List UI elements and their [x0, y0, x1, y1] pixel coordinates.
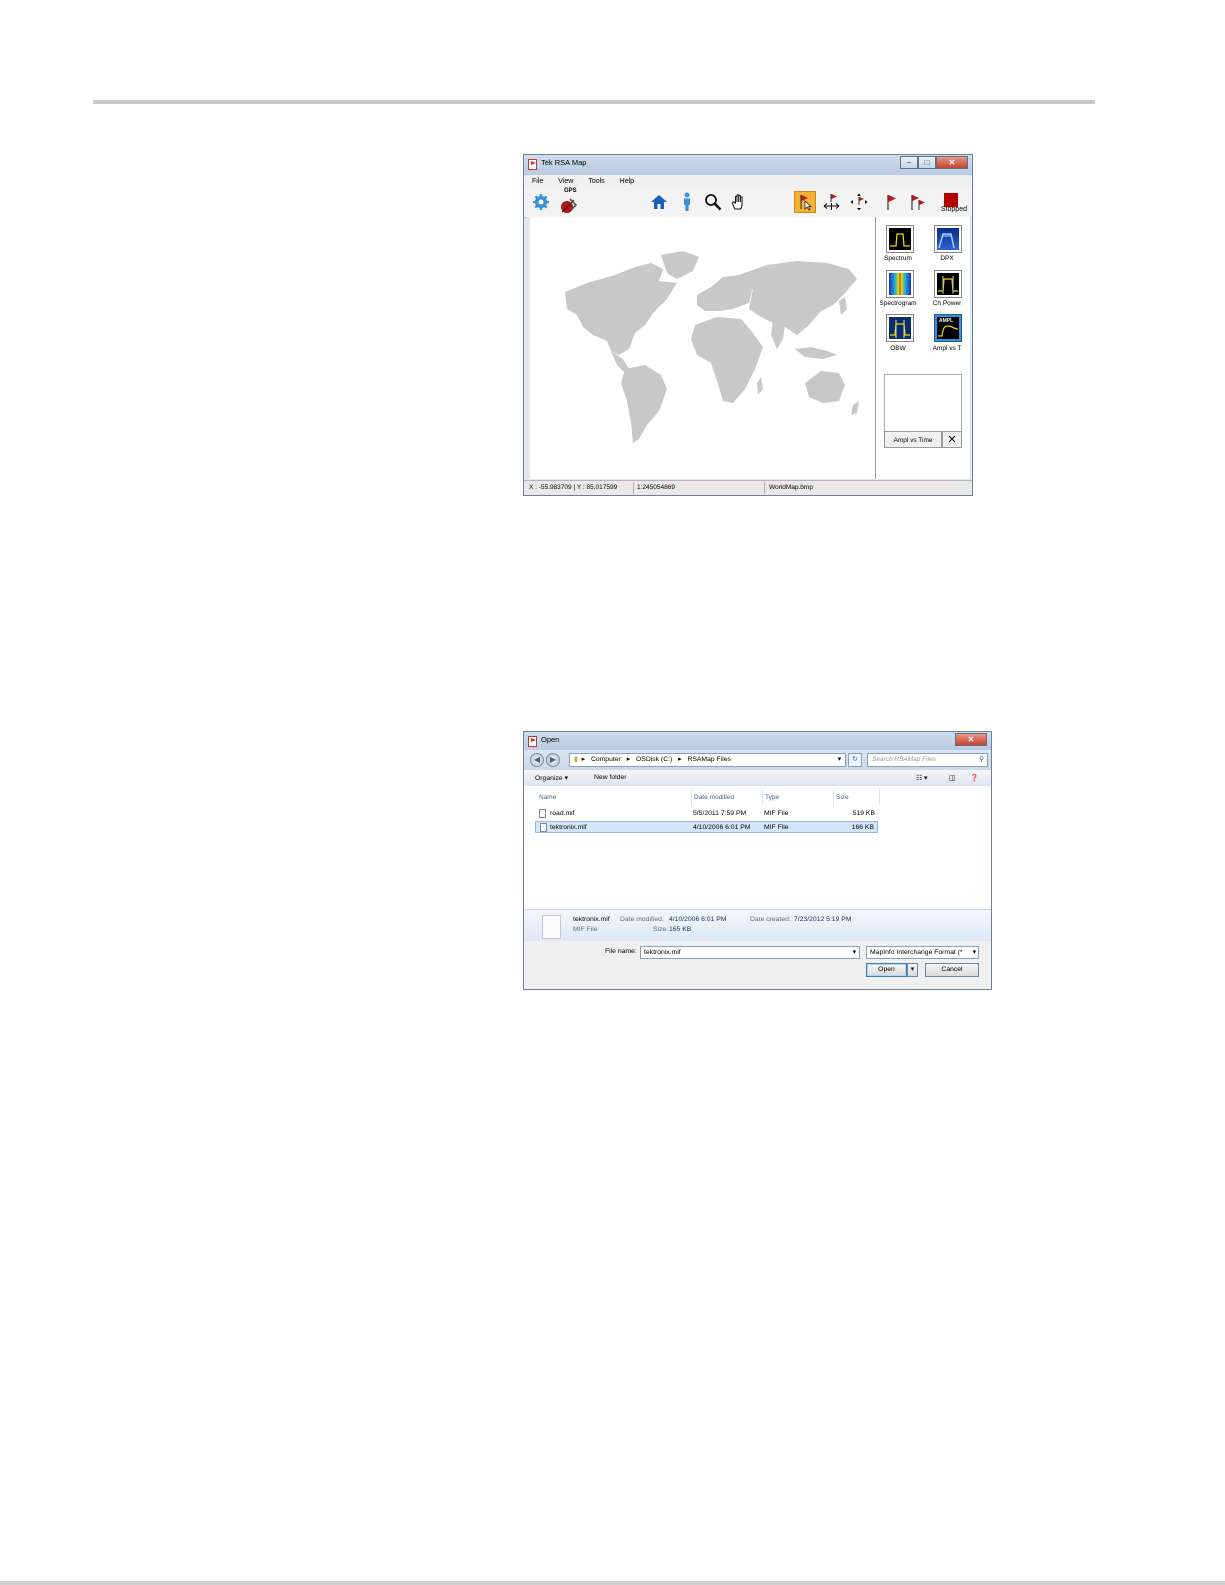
column-name[interactable]: Name: [539, 794, 556, 801]
breadcrumb[interactable]: ▮ ▸ Computer ▸ OSDisk (C:) ▸ RSAMap File…: [569, 753, 846, 767]
breadcrumb-computer[interactable]: Computer: [591, 756, 621, 763]
close-button[interactable]: ✕: [936, 156, 968, 169]
menu-tools[interactable]: Tools: [580, 178, 611, 185]
ampl-vs-time-button[interactable]: Ampl vs Time: [884, 431, 942, 448]
details-date-created: 7/23/2012 5:19 PM: [794, 916, 852, 923]
status-bar: X : -55.983709 | Y : 85.017599 1:2450548…: [524, 480, 972, 495]
search-icon[interactable]: ⚲: [979, 754, 984, 766]
hand-icon[interactable]: [728, 191, 750, 213]
dpx-label: DPX: [940, 255, 954, 262]
maximize-button[interactable]: □: [918, 156, 936, 169]
search-input[interactable]: Search RSAMap Files ⚲: [867, 753, 988, 767]
title-bar[interactable]: Tek RSA Map – □ ✕: [524, 155, 972, 176]
ampl-vs-time-icon[interactable]: AMPL: [934, 314, 962, 342]
address-dropdown-icon[interactable]: ▾: [838, 754, 841, 766]
measurement-preview: [884, 374, 962, 432]
column-date-modified[interactable]: Date modified: [694, 794, 734, 801]
file-row[interactable]: road.mif 5/5/2011 7:59 PM MIF File 519 K…: [535, 808, 878, 820]
address-row: ◀ ▶ ▮ ▸ Computer ▸ OSDisk (C:) ▸ RSAMap …: [524, 750, 991, 770]
flag-select-icon[interactable]: [848, 191, 870, 213]
dialog-title-bar[interactable]: Open ✕: [524, 732, 991, 751]
file-name-dropdown-icon[interactable]: ▾: [853, 947, 856, 958]
flag-multi-icon[interactable]: [906, 191, 928, 213]
page-bottom-rule: [0, 1581, 1225, 1585]
open-dropdown-icon[interactable]: ▾: [907, 963, 918, 977]
file-name-input[interactable]: tektronix.mif ▾: [640, 946, 860, 959]
flag-move-icon[interactable]: [821, 191, 843, 213]
spectrogram-label: Spectrogram: [879, 300, 917, 307]
home-icon[interactable]: [648, 191, 670, 213]
file-list: Name Date modified Type Size road.mif 5/…: [524, 786, 991, 909]
flag-icon[interactable]: [880, 191, 902, 213]
refresh-icon[interactable]: ↻: [848, 753, 862, 767]
toolbar: GPS Stopped: [524, 187, 972, 218]
menu-view[interactable]: View: [550, 178, 580, 185]
menu-help[interactable]: Help: [612, 178, 641, 185]
ampl-vs-time-label: Ampl vs T: [932, 345, 962, 352]
command-bar: Organize ▾ New folder ☷ ▾ ◫ ❓: [524, 770, 991, 787]
help-icon[interactable]: ❓: [970, 774, 978, 782]
close-icon[interactable]: ✕: [942, 431, 962, 448]
window-title: Tek RSA Map: [541, 158, 587, 167]
details-file-name: tektronix.mif: [573, 916, 610, 923]
map-view[interactable]: [527, 217, 876, 479]
spectrum-label: Spectrum: [884, 255, 912, 262]
view-options-icon[interactable]: ☷ ▾: [916, 774, 927, 782]
open-button[interactable]: Open: [866, 963, 907, 977]
back-button[interactable]: ◀: [530, 753, 544, 767]
flag-pointer-icon[interactable]: [794, 191, 816, 213]
gear-icon[interactable]: [530, 191, 552, 213]
column-type[interactable]: Type: [765, 794, 779, 801]
obw-label: OBW: [890, 345, 906, 352]
page-top-rule: [93, 100, 1095, 104]
details-type: MIF File: [573, 926, 598, 933]
details-pane: tektronix.mif Date modified: 4/10/2006 6…: [524, 909, 991, 942]
app-flag-icon: [528, 159, 537, 170]
dpx-icon[interactable]: [934, 225, 962, 253]
chevron-down-icon[interactable]: ▾: [970, 947, 976, 958]
minimize-button[interactable]: –: [900, 156, 918, 169]
preview-pane-icon[interactable]: ◫: [949, 774, 955, 782]
file-icon: [540, 823, 547, 832]
file-name-label: File name:: [605, 948, 637, 955]
ch-power-icon[interactable]: [934, 270, 962, 298]
menu-bar: File View Tools Help: [524, 175, 972, 187]
folder-icon: ▮: [574, 756, 578, 763]
person-icon[interactable]: [676, 191, 698, 213]
ch-power-label: Ch Power: [932, 300, 962, 307]
organize-button[interactable]: Organize ▾: [535, 774, 568, 782]
cancel-button[interactable]: Cancel: [925, 963, 979, 977]
forward-button[interactable]: ▶: [546, 753, 560, 767]
map-file-name: WorldMap.bmp: [769, 484, 813, 491]
file-name-area: File name: tektronix.mif ▾ MapInfo Inter…: [524, 941, 991, 989]
obw-icon[interactable]: [886, 314, 914, 342]
scale-readout: 1:245054869: [637, 484, 675, 491]
spectrogram-icon[interactable]: [886, 270, 914, 298]
details-size: 165 KB: [669, 926, 692, 933]
file-row-selected[interactable]: tektronix.mif 4/10/2006 6:01 PM MIF File…: [535, 821, 878, 833]
new-folder-button[interactable]: New folder: [594, 774, 627, 781]
breadcrumb-rsamap-files[interactable]: RSAMap Files: [687, 756, 730, 763]
file-icon: [539, 809, 546, 818]
world-map[interactable]: [527, 217, 875, 479]
magnifier-icon[interactable]: [702, 191, 724, 213]
breadcrumb-osdisk[interactable]: OSDisk (C:): [636, 756, 672, 763]
coordinates-readout: X : -55.983709 | Y : 85.017599: [529, 484, 618, 491]
file-type-select[interactable]: MapInfo Interchange Format (* ▾: [866, 946, 979, 959]
menu-file[interactable]: File: [524, 178, 550, 185]
file-preview-icon: [542, 915, 561, 939]
map-scrollbar[interactable]: [527, 217, 530, 479]
gps-icon[interactable]: [558, 194, 580, 216]
measurement-panel: Spectrum DPX Spectrogram Ch Power OBW AM…: [876, 217, 970, 479]
column-size[interactable]: Size: [836, 794, 849, 801]
tek-rsa-map-window: Tek RSA Map – □ ✕ File View Tools Help G…: [523, 154, 973, 496]
stopped-label: Stopped: [940, 206, 967, 213]
open-dialog: Open ✕ ◀ ▶ ▮ ▸ Computer ▸ OSDisk (C:) ▸ …: [523, 731, 992, 990]
app-flag-icon: [528, 736, 537, 747]
spectrum-icon[interactable]: [886, 225, 914, 253]
dialog-close-button[interactable]: ✕: [955, 733, 987, 746]
ampl-tile-text: AMPL: [939, 318, 954, 324]
details-date-modified: 4/10/2006 6:01 PM: [669, 916, 727, 923]
dialog-title: Open: [541, 735, 560, 744]
